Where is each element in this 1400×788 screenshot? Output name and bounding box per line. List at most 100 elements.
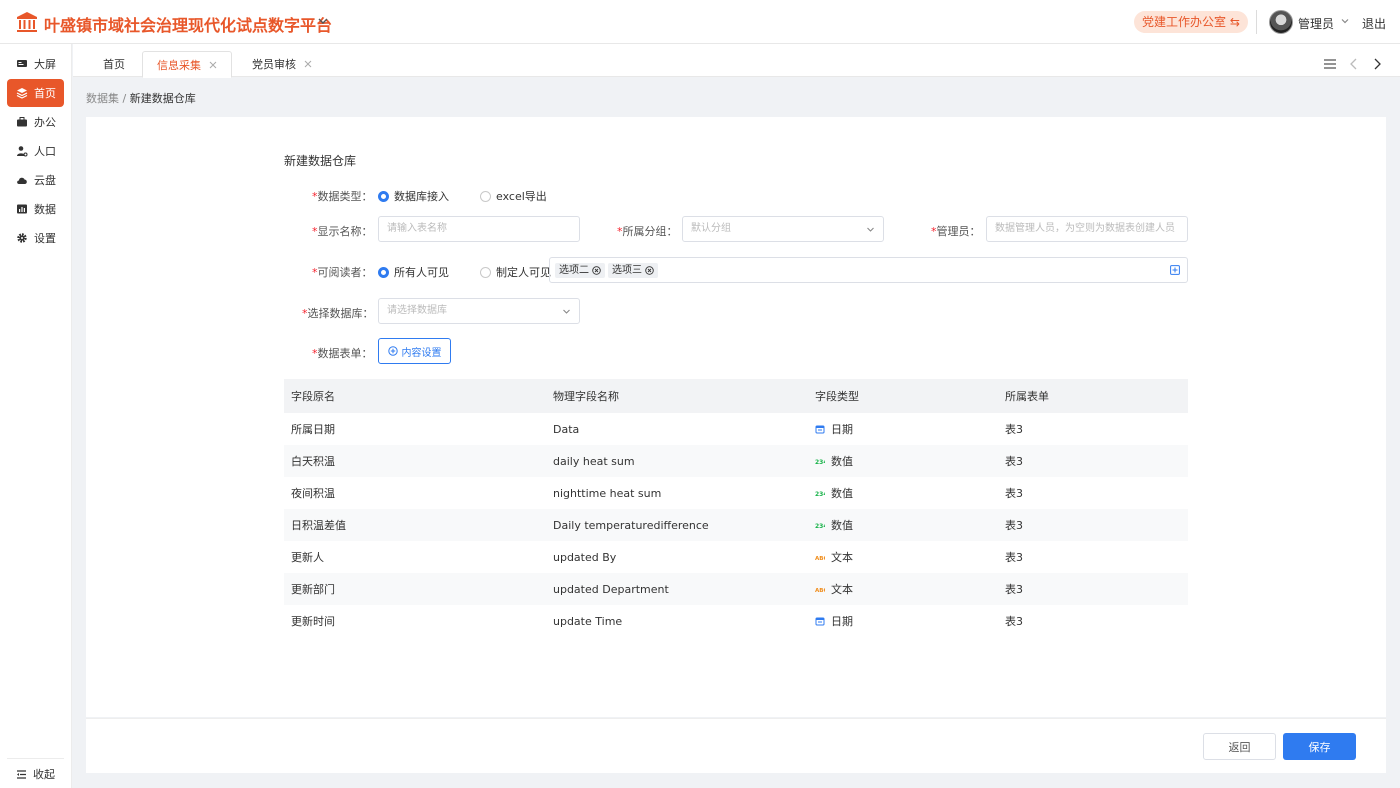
calendar-icon [815, 617, 825, 626]
tab-member-review[interactable]: 党员审核 [238, 51, 326, 77]
sidebar-divider [7, 758, 64, 759]
cell-name: 更新部门 [291, 583, 335, 596]
office-switch-button[interactable]: 党建工作办公室 ⇆ [1134, 11, 1248, 33]
chevron-down-icon[interactable] [1340, 16, 1350, 26]
chart-icon [17, 204, 27, 214]
layers-icon [16, 88, 28, 99]
cell-name: 日积温差值 [291, 519, 346, 532]
radio-label: 所有人可见 [394, 266, 449, 279]
radio-label: excel导出 [496, 190, 547, 203]
chevron-down-icon[interactable] [316, 14, 330, 28]
type-label: 日期 [831, 423, 853, 436]
chevron-down-icon [563, 309, 570, 314]
sidebar-item-cloud-drive[interactable]: 云盘 [7, 166, 64, 194]
table-row[interactable]: 更新人 updated By ABC 文本 表3 [284, 541, 1188, 573]
person-icon [17, 146, 28, 157]
radio-dot [378, 266, 389, 278]
sidebar-item-label: 首页 [34, 87, 56, 100]
chevron-right-icon[interactable] [1370, 57, 1384, 71]
chevron-left-icon[interactable] [1347, 57, 1361, 71]
cell-name: 所属日期 [291, 423, 335, 436]
readers-tag-input[interactable]: 选项二 选项三 [549, 257, 1188, 283]
radio-dot [480, 190, 491, 202]
collapse-sidebar-button[interactable]: 收起 [16, 766, 55, 782]
table-row[interactable]: 日积温差值 Daily temperaturedifference 234 数值… [284, 509, 1188, 541]
type-label: 文本 [831, 551, 853, 564]
sidebar-item-data[interactable]: 数据 [7, 195, 64, 223]
briefcase-icon [17, 117, 27, 127]
radio-database-access[interactable]: 数据库接入 [378, 188, 449, 204]
sidebar-item-dashboard[interactable]: 大屏 [7, 50, 64, 78]
table-row[interactable]: 更新部门 updated Department ABC 文本 表3 [284, 573, 1188, 605]
tab-info-collection[interactable]: 信息采集 [142, 51, 232, 78]
close-circle-icon[interactable] [592, 266, 601, 275]
group-label: *所属分组： [617, 225, 678, 238]
type-label: 数值 [831, 455, 853, 468]
admin-input[interactable]: 数据管理人员，为空则为数据表创建人员 [986, 216, 1188, 242]
cell-type: ABC 文本 [808, 549, 998, 565]
breadcrumb-parent[interactable]: 数据集 [86, 92, 119, 105]
column-header: 所属表单 [1005, 390, 1049, 403]
sidebar-item-home[interactable]: 首页 [7, 79, 64, 107]
cell-field: Daily temperaturedifference [553, 518, 709, 532]
svg-text:234: 234 [815, 523, 825, 530]
cell-field: Data [553, 422, 580, 436]
radio-all-visible[interactable]: 所有人可见 [378, 264, 449, 280]
sidebar-item-label: 大屏 [34, 58, 56, 71]
type-label: 数值 [831, 519, 853, 532]
type-label: 日期 [831, 615, 853, 628]
sidebar-item-label: 办公 [34, 116, 56, 129]
table-row[interactable]: 更新时间 update Time 日期 表3 [284, 605, 1188, 637]
gear-icon [17, 233, 27, 243]
sidebar-item-office[interactable]: 办公 [7, 108, 64, 136]
radio-dot [480, 266, 491, 278]
cell-type: 234 数值 [808, 485, 998, 501]
column-header: 物理字段名称 [553, 390, 619, 403]
group-select[interactable]: 默认分组 [682, 216, 884, 242]
cell-sheet: 表3 [1005, 423, 1023, 436]
database-select[interactable]: 请选择数据库 [378, 298, 580, 324]
add-square-icon[interactable] [1170, 265, 1180, 275]
cell-field: updated Department [553, 582, 669, 596]
database-select-value: 请选择数据库 [387, 305, 447, 316]
svg-text:ABC: ABC [815, 556, 825, 562]
table-row[interactable]: 白天积温 daily heat sum 234 数值 表3 [284, 445, 1188, 477]
save-button[interactable]: 保存 [1283, 733, 1356, 760]
type-label: 数值 [831, 487, 853, 500]
group-select-value: 默认分组 [691, 223, 731, 234]
breadcrumb-separator: / [122, 92, 127, 105]
readers-label: *可阅读者： [312, 266, 373, 279]
back-button[interactable]: 返回 [1203, 733, 1276, 760]
radio-specified-visible[interactable]: 制定人可见 [480, 264, 551, 280]
table-row[interactable]: 夜间积温 nighttime heat sum 234 数值 表3 [284, 477, 1188, 509]
username[interactable]: 管理员 [1298, 15, 1334, 32]
top-header: 叶盛镇市域社会治理现代化试点数字平台 党建工作办公室 ⇆ 管理员 退出 [0, 0, 1400, 44]
close-icon[interactable] [304, 60, 312, 68]
sidebar-item-settings[interactable]: 设置 [7, 224, 64, 252]
table-row[interactable]: 所属日期 Data 日期 表3 [284, 413, 1188, 445]
breadcrumb-current: 新建数据仓库 [129, 92, 196, 105]
display-name-input[interactable]: 请输入表名称 [378, 216, 580, 242]
calendar-icon [815, 425, 825, 434]
close-circle-icon[interactable] [645, 266, 654, 275]
tab-home[interactable]: 首页 [89, 51, 139, 77]
svg-text:ABC: ABC [815, 588, 825, 594]
sidebar-item-label: 云盘 [34, 174, 56, 187]
text-icon: ABC [815, 588, 825, 594]
radio-excel-export[interactable]: excel导出 [480, 188, 547, 204]
menu-icon[interactable] [1323, 57, 1337, 71]
close-icon[interactable] [209, 61, 217, 69]
plus-circle-icon [387, 346, 398, 356]
type-label: 文本 [831, 583, 853, 596]
form-card: 新建数据仓库 *数据类型： 数据库接入 excel导出 *显示名称： 请输入表名… [86, 117, 1386, 717]
text-icon: ABC [815, 556, 825, 562]
sidebar-item-population[interactable]: 人口 [7, 137, 64, 165]
avatar[interactable] [1269, 10, 1293, 34]
cell-sheet: 表3 [1005, 455, 1023, 468]
radio-label: 制定人可见 [496, 266, 551, 279]
tab-label: 信息采集 [157, 58, 201, 72]
logout-button[interactable]: 退出 [1362, 15, 1386, 32]
cell-field: nighttime heat sum [553, 486, 662, 500]
screen-icon [17, 60, 27, 67]
content-settings-button[interactable]: 内容设置 [378, 338, 451, 364]
